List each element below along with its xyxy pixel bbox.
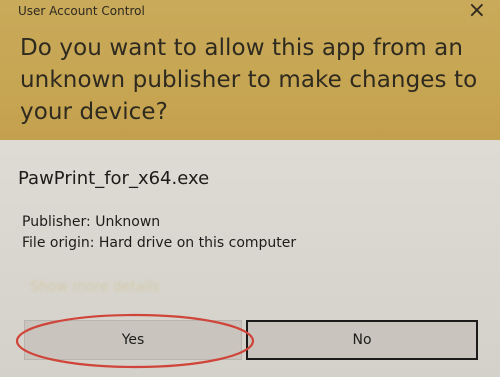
publisher-info: Publisher: Unknown — [22, 214, 161, 230]
file-origin-info: File origin: Hard drive on this computer — [22, 235, 297, 251]
dialog-header: User Account Control × Do you want to al… — [0, 0, 500, 140]
no-button[interactable]: No — [246, 320, 478, 360]
close-icon[interactable]: × — [468, 0, 486, 22]
dialog-question: Do you want to allow this app from an un… — [20, 35, 478, 125]
show-more-details-link[interactable]: Show more details — [30, 279, 160, 295]
yes-button[interactable]: Yes — [24, 320, 242, 360]
app-name: PawPrint_for_x64.exe — [18, 168, 210, 189]
uac-dialog: User Account Control × Do you want to al… — [0, 0, 500, 377]
dialog-title: User Account Control — [18, 4, 145, 18]
